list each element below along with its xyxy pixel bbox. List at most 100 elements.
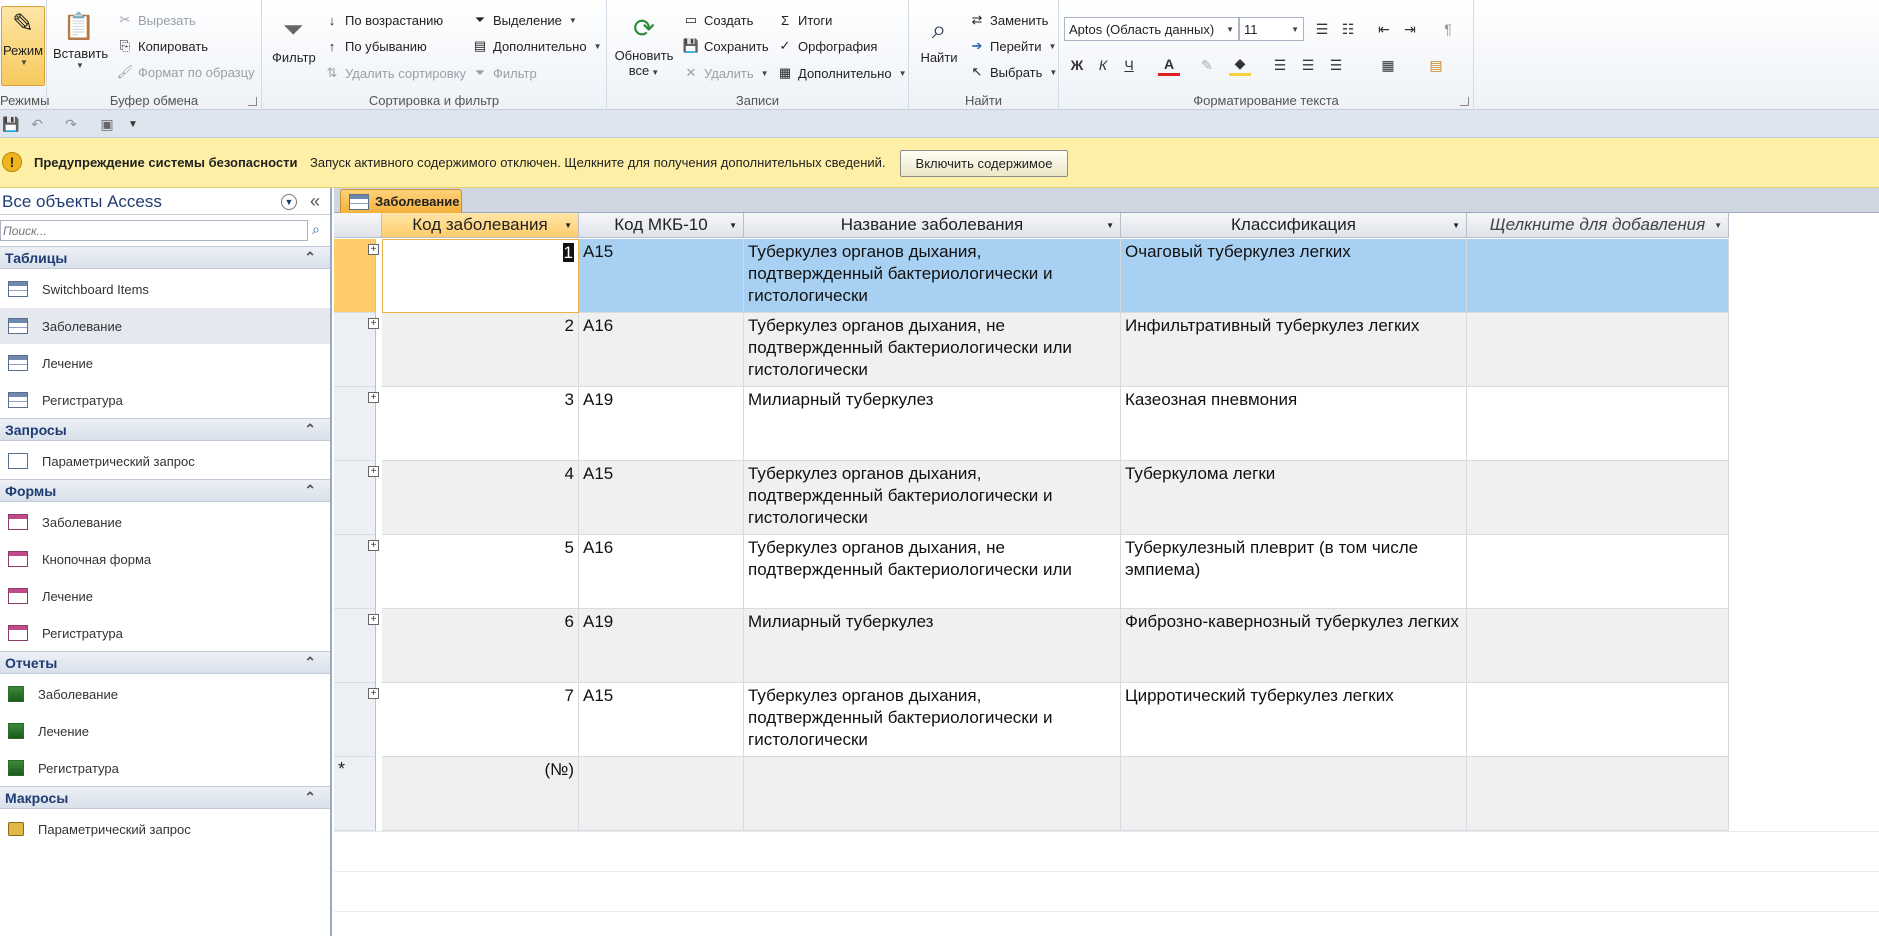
- increase-indent-icon[interactable]: ⇥: [1399, 18, 1421, 40]
- expand-plus-icon[interactable]: +: [368, 244, 379, 255]
- nav-item[interactable]: Заболевание: [0, 676, 330, 712]
- highlight-icon[interactable]: ✎: [1196, 54, 1218, 76]
- bold-button[interactable]: Ж: [1066, 54, 1088, 76]
- cell[interactable]: 6: [382, 609, 579, 683]
- cell[interactable]: Туберкулезный плеврит (в том числе эмпие…: [1121, 535, 1467, 609]
- nav-section-macros[interactable]: Макросы ⌃: [0, 786, 330, 809]
- replace-button[interactable]: ⇄ Заменить: [969, 12, 1049, 28]
- new-record-button[interactable]: ▭ Создать: [683, 12, 754, 28]
- font-color-button[interactable]: A: [1158, 54, 1180, 76]
- cell[interactable]: Туберкулез органов дыхания, подтвержденн…: [744, 461, 1121, 535]
- goto-button[interactable]: ➔ Перейти ▼: [969, 38, 1057, 54]
- undo-icon[interactable]: ↶: [26, 113, 48, 135]
- nav-item[interactable]: Кнопочная форма: [0, 541, 330, 577]
- alternate-row-color-icon[interactable]: ▤: [1425, 54, 1447, 76]
- new-record-cell[interactable]: [744, 757, 1121, 831]
- cell[interactable]: Казеозная пневмония: [1121, 387, 1467, 461]
- nav-item[interactable]: Регистратура: [0, 382, 330, 418]
- filter-button[interactable]: ⏷ Фильтр: [272, 14, 316, 65]
- sort-descending-button[interactable]: ↑ По убыванию: [324, 38, 427, 54]
- expand-plus-icon[interactable]: +: [368, 540, 379, 551]
- cell[interactable]: [1467, 461, 1729, 535]
- redo-icon[interactable]: ↷: [60, 113, 82, 135]
- advanced-filter-button[interactable]: ▤ Дополнительно ▼: [472, 38, 602, 54]
- fill-color-icon[interactable]: ◆: [1229, 54, 1251, 76]
- column-dropdown-icon[interactable]: ▼: [1106, 221, 1114, 230]
- nav-section-tables[interactable]: Таблицы ⌃: [0, 246, 330, 269]
- save-record-button[interactable]: 💾 Сохранить: [683, 38, 769, 54]
- header-kod-mkb[interactable]: Код МКБ-10 ▼: [579, 213, 744, 238]
- header-klassifikaciya[interactable]: Классификация ▼: [1121, 213, 1467, 238]
- chevron-up-icon[interactable]: ⌃: [304, 249, 316, 266]
- cut-button[interactable]: ✂ Вырезать: [117, 12, 196, 28]
- nav-search-input[interactable]: [0, 220, 308, 241]
- view-button[interactable]: ✎ Режим ▼: [1, 6, 45, 86]
- new-record-cell[interactable]: [1121, 757, 1467, 831]
- select-button[interactable]: ↖ Выбрать ▼: [969, 64, 1058, 80]
- nav-header[interactable]: Все объекты Access ▼ «: [0, 188, 330, 215]
- expand-plus-icon[interactable]: +: [368, 318, 379, 329]
- cell[interactable]: 3: [382, 387, 579, 461]
- new-record-cell[interactable]: (№): [382, 757, 579, 831]
- cell[interactable]: Туберкулез органов дыхания, не подтвержд…: [744, 535, 1121, 609]
- new-row-selector[interactable]: *: [334, 757, 376, 831]
- font-name-select[interactable]: Aptos (Область данных) ▼: [1064, 17, 1239, 41]
- cell[interactable]: A16: [579, 535, 744, 609]
- decrease-indent-icon[interactable]: ⇤: [1373, 18, 1395, 40]
- cell[interactable]: [1467, 535, 1729, 609]
- column-dropdown-icon[interactable]: ▼: [1714, 221, 1722, 230]
- text-format-launcher-icon[interactable]: [1460, 97, 1469, 106]
- find-button[interactable]: ⌕ Найти: [915, 14, 963, 65]
- clipboard-launcher-icon[interactable]: [248, 97, 257, 106]
- cell[interactable]: A19: [579, 609, 744, 683]
- cell[interactable]: [1467, 239, 1729, 313]
- gridlines-icon[interactable]: ▦: [1377, 54, 1399, 76]
- cell[interactable]: Туберкулез органов дыхания, подтвержденн…: [744, 239, 1121, 313]
- nav-section-queries[interactable]: Запросы ⌃: [0, 418, 330, 441]
- chevron-up-icon[interactable]: ⌃: [304, 654, 316, 671]
- cell[interactable]: [1467, 387, 1729, 461]
- refresh-all-button[interactable]: ⟳ Обновить все ▼: [613, 12, 675, 79]
- cell[interactable]: 2: [382, 313, 579, 387]
- spelling-button[interactable]: ✓ Орфография: [777, 38, 878, 54]
- nav-item[interactable]: Параметрический запрос: [0, 811, 330, 847]
- nav-section-reports[interactable]: Отчеты ⌃: [0, 651, 330, 674]
- cell[interactable]: Цирротический туберкулез легких: [1121, 683, 1467, 757]
- cell[interactable]: Милиарный туберкулез: [744, 387, 1121, 461]
- nav-item[interactable]: Регистратура: [0, 615, 330, 651]
- expand-plus-icon[interactable]: +: [368, 614, 379, 625]
- nav-item[interactable]: Лечение: [0, 713, 330, 749]
- search-icon[interactable]: ⌕: [312, 221, 320, 238]
- bullets-icon[interactable]: ☰: [1311, 18, 1333, 40]
- font-size-select[interactable]: 11 ▼: [1239, 17, 1304, 41]
- chevron-up-icon[interactable]: ⌃: [304, 421, 316, 438]
- cell[interactable]: Милиарный туберкулез: [744, 609, 1121, 683]
- chevron-up-icon[interactable]: ⌃: [304, 482, 316, 499]
- italic-button[interactable]: К: [1092, 54, 1114, 76]
- tab-zabolevanie[interactable]: Заболевание: [340, 189, 462, 213]
- nav-item[interactable]: Лечение: [0, 345, 330, 381]
- cell[interactable]: Фиброзно-кавернозный туберкулез легких: [1121, 609, 1467, 683]
- cell[interactable]: Инфильтративный туберкулез легких: [1121, 313, 1467, 387]
- cell[interactable]: 1: [382, 239, 579, 313]
- align-right-icon[interactable]: ☰: [1325, 54, 1347, 76]
- qat-save-icon[interactable]: 💾: [0, 113, 22, 135]
- nav-item[interactable]: Лечение: [0, 578, 330, 614]
- new-record-cell[interactable]: [1467, 757, 1729, 831]
- cell[interactable]: A15: [579, 239, 744, 313]
- nav-section-forms[interactable]: Формы ⌃: [0, 479, 330, 502]
- nav-menu-icon[interactable]: ▼: [281, 194, 297, 210]
- column-dropdown-icon[interactable]: ▼: [564, 221, 572, 230]
- enable-content-button[interactable]: Включить содержимое: [900, 150, 1068, 177]
- underline-button[interactable]: Ч: [1118, 54, 1140, 76]
- nav-item[interactable]: Заболевание: [0, 308, 330, 344]
- toggle-filter-button[interactable]: ⏷ Фильтр: [472, 65, 537, 81]
- cell[interactable]: 7: [382, 683, 579, 757]
- cell[interactable]: A19: [579, 387, 744, 461]
- align-center-icon[interactable]: ☰: [1297, 54, 1319, 76]
- select-all-corner[interactable]: [334, 213, 382, 238]
- cell[interactable]: [1467, 609, 1729, 683]
- paragraph-direction-icon[interactable]: ¶: [1437, 18, 1459, 40]
- cell[interactable]: Туберкулез органов дыхания, не подтвержд…: [744, 313, 1121, 387]
- cell[interactable]: 4: [382, 461, 579, 535]
